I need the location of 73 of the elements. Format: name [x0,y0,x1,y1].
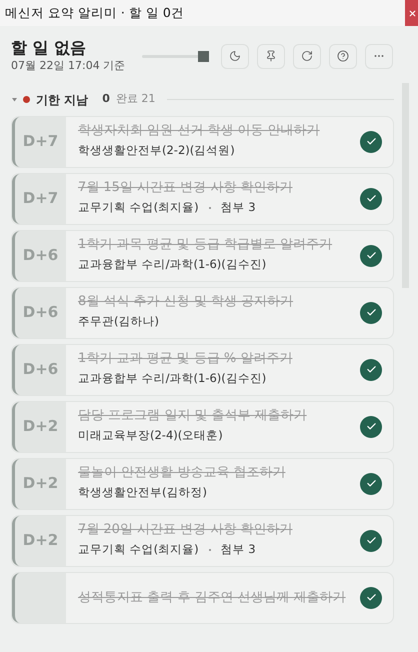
task-title: 학생자치회 임원 선거 학생 이동 안내하기 [78,123,321,140]
task-card[interactable]: D+6 8월 석식 추가 신청 및 학생 공지하기 주무관(김하나) [11,286,394,338]
section-title: 기한 지남 [36,92,88,108]
check-icon [366,307,376,318]
day-count: D+7 [22,131,58,152]
day-panel [12,572,66,622]
help-icon [337,50,349,62]
task-owner: 주무관(김하나) [78,313,159,330]
task-title: 1학기 과목 평균 및 등급 학급별로 알려주기 [78,237,334,254]
refresh-icon [301,50,313,62]
overdue-count: 0 [102,91,110,108]
check-icon [366,592,376,603]
task-owner: 교과융합부 수리/과학(1-6)(김수진) [78,256,266,274]
attachment-count: 첨부 3 [220,199,256,216]
task-owner: 학생생활안전부(2-2)(김석원) [78,142,235,160]
refresh-button[interactable] [293,44,321,69]
slider-thumb[interactable] [198,50,209,62]
task-owner: 학생생활안전부(김하정) [78,484,207,502]
check-icon [366,364,376,375]
day-count: D+2 [22,416,58,438]
task-title: 7월 20일 시간표 변경 사항 확인하기 [78,522,294,538]
day-count: D+6 [22,359,58,380]
dark-mode-button[interactable] [221,44,249,69]
check-icon [366,136,376,147]
close-button[interactable] [405,0,418,26]
pin-button[interactable] [257,44,285,69]
check-icon [366,535,376,546]
complete-toggle[interactable] [360,530,382,552]
slider[interactable] [142,50,209,62]
task-owner: 교과융합부 수리/과학(1-6)(김수진) [78,370,266,388]
help-button[interactable] [329,44,357,69]
task-card[interactable]: D+7 7월 15일 시간표 변경 사항 확인하기 교무기획 수업(최지율) 첨부 3 [11,172,394,224]
page-title: 할 일 없음 [11,38,88,58]
task-owner: 교무기획 수업(최지율) [78,199,199,216]
task-card[interactable]: D+6 1학기 교과 평균 및 등급 % 알려주기 교과융합부 수리/과학(1-6)(김수진) [11,344,394,396]
complete-toggle[interactable] [360,358,382,380]
task-title: 1학기 교과 평균 및 등급 % 알려주기 [78,351,294,368]
complete-toggle[interactable] [360,244,382,266]
complete-toggle[interactable] [360,472,382,494]
complete-toggle[interactable] [360,130,382,152]
task-card[interactable]: D+2 담당 프로그램 일지 및 출석부 제출하기 미래교육부장(2-4)(오태훈) [11,400,394,452]
day-count: D+2 [22,473,58,494]
completed-count: 완료 21 [116,91,156,108]
check-icon [366,193,376,204]
window-title: 메신저 요약 알리미 · 할 일 0건 [5,4,184,22]
task-title: 물놀이 안전생활 방송교육 협조하기 [78,465,286,482]
task-title: 8월 석식 추가 신청 및 학생 공지하기 [78,294,294,310]
day-count: D+2 [22,530,58,552]
task-title: 담당 프로그램 일지 및 출석부 제출하기 [78,408,308,424]
check-icon [366,250,376,261]
task-card[interactable]: D+2 물놀이 안전생활 방송교육 협조하기 학생생활안전부(김하정) [11,458,394,510]
check-icon [366,421,376,432]
day-count: D+6 [22,245,58,266]
task-owner: 미래교육부장(2-4)(오태훈) [78,427,223,444]
task-title: 성적통지표 출력 후 김주연 선생님께 제출하기 [78,590,347,606]
complete-toggle[interactable] [360,586,382,608]
task-owner: 교무기획 수업(최지율) [78,541,199,558]
timestamp: 07월 22일 17:04 기준 [11,58,126,74]
check-icon [366,478,376,489]
complete-toggle[interactable] [360,416,382,438]
caret-icon[interactable] [12,97,17,102]
dark-mode-icon [229,50,241,62]
complete-toggle[interactable] [360,188,382,210]
task-card[interactable]: D+7 학생자치회 임원 선거 학생 이동 안내하기 학생생활안전부(2-2)(김석원) [11,116,394,168]
task-card[interactable]: D+2 7월 20일 시간표 변경 사항 확인하기 교무기획 수업(최지율) 첨부 3 [11,514,394,566]
task-card[interactable]: D+6 1학기 과목 평균 및 등급 학급별로 알려주기 교과융합부 수리/과학(1-6)(김수진) [11,230,394,282]
day-count: D+7 [22,188,58,210]
pin-icon [265,50,277,62]
close-icon [408,8,417,18]
complete-toggle[interactable] [360,302,382,324]
task-title: 7월 15일 시간표 변경 사항 확인하기 [78,180,294,196]
attachment-count: 첨부 3 [220,541,256,558]
day-count: D+6 [22,302,58,324]
